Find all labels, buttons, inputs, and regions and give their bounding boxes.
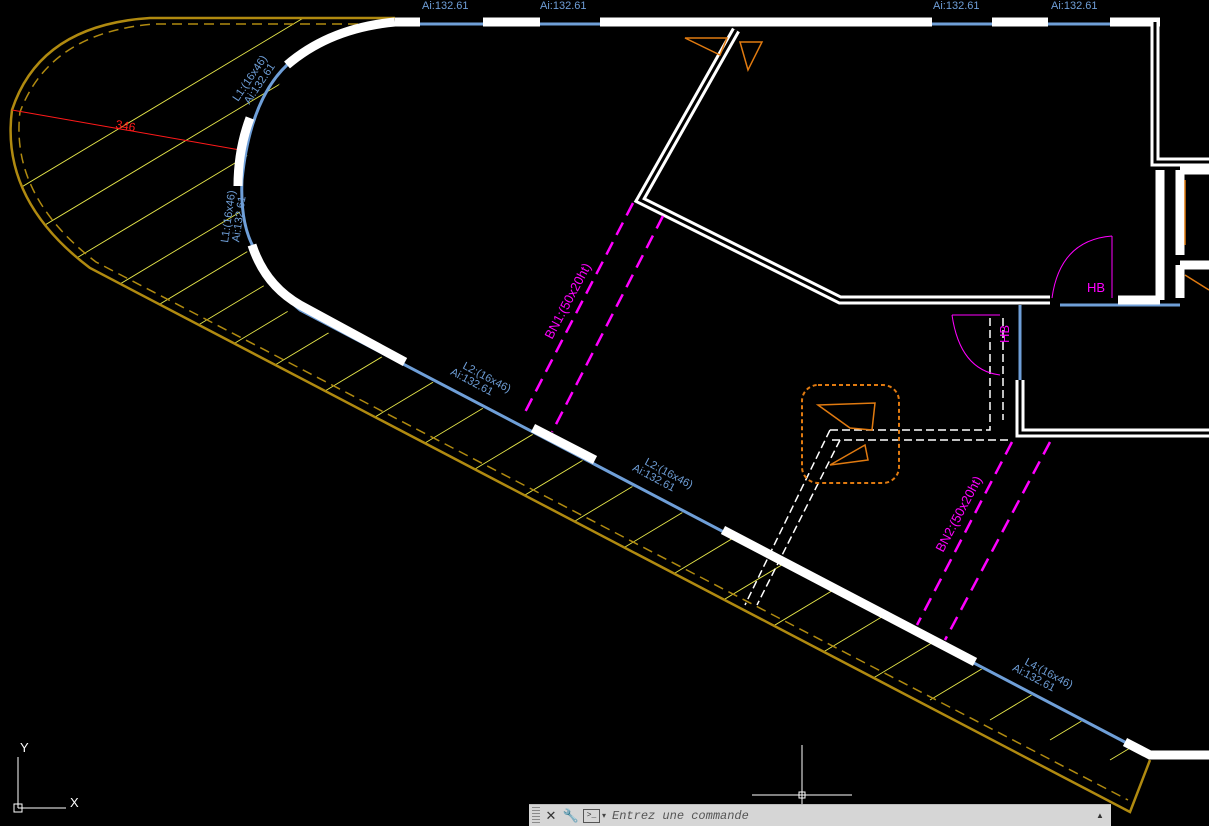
ucs-icon bbox=[13, 757, 66, 813]
radius-dimension[interactable]: 346 bbox=[11, 109, 241, 151]
ucs-x-label: X bbox=[70, 795, 79, 810]
stair-marks bbox=[684, 37, 1209, 291]
top-label: Ai:132.61 bbox=[422, 0, 468, 12]
cad-model-space[interactable]: 346 Ai:132.61 Ai:132.61 Ai:132.61 Ai:132… bbox=[0, 0, 1209, 825]
dimension-text: 346 bbox=[114, 117, 136, 134]
walls[interactable] bbox=[233, 17, 1209, 760]
top-label: Ai:132.61 bbox=[933, 0, 979, 12]
top-label: Ai:132.61 bbox=[1051, 0, 1097, 12]
command-prompt-button[interactable]: >_ ▾ bbox=[583, 808, 606, 823]
command-line[interactable]: ✕ 🔧 >_ ▾ ▲ bbox=[529, 804, 1111, 826]
close-icon[interactable]: ✕ bbox=[542, 807, 560, 825]
command-prompt-icon: >_ bbox=[583, 808, 600, 823]
hb-label: HB bbox=[997, 325, 1012, 343]
chevron-up-icon[interactable]: ▲ bbox=[1093, 811, 1107, 820]
hb-labels: HB HB bbox=[997, 280, 1105, 343]
hb-label: HB bbox=[1087, 280, 1105, 295]
top-label: Ai:132.61 bbox=[540, 0, 586, 12]
blue-beams[interactable] bbox=[240, 22, 1180, 752]
ucs-y-label: Y bbox=[20, 740, 29, 755]
drag-grip[interactable] bbox=[532, 807, 540, 824]
wrench-icon[interactable]: 🔧 bbox=[562, 807, 580, 825]
revision-cloud[interactable] bbox=[801, 384, 900, 484]
top-beam-labels: Ai:132.61 Ai:132.61 Ai:132.61 Ai:132.61 bbox=[422, 0, 1097, 12]
crosshair-cursor bbox=[752, 745, 852, 805]
command-input[interactable] bbox=[606, 806, 1093, 825]
